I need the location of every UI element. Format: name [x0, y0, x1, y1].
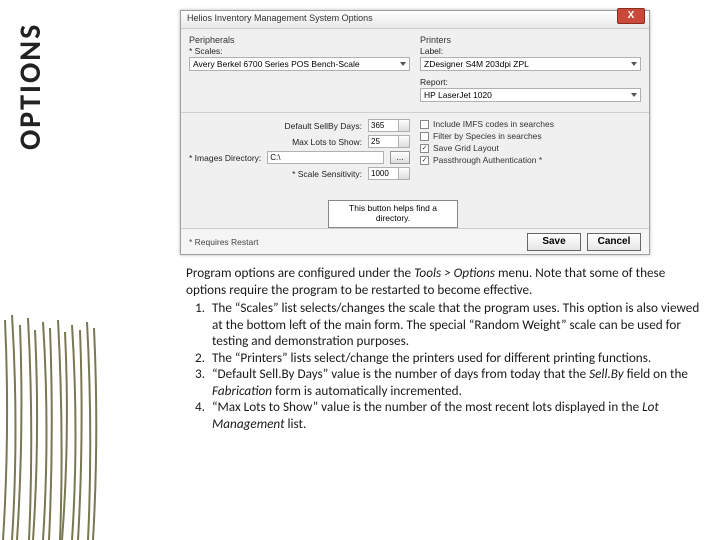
checkbox-label: Save Grid Layout: [433, 143, 499, 153]
checkbox-imfs[interactable]: Include IMFS codes in searches: [420, 119, 641, 129]
scales-label: * Scales:: [189, 46, 410, 56]
intro-menu-path: Tools > Options: [414, 264, 495, 281]
li4-a: “Max Lots to Show” value is the number o…: [212, 398, 642, 415]
list-item: The “Printers” lists select/change the p…: [208, 350, 706, 367]
images-dir-label: * Images Directory:: [189, 153, 261, 163]
report-printer-dropdown[interactable]: HP LaserJet 1020: [420, 88, 641, 102]
li4-b: list.: [285, 415, 307, 432]
li3-a: “Default Sell.By Days” value is the numb…: [212, 365, 589, 382]
checkbox-icon: [420, 132, 429, 141]
sidebar-graphic: OPTIONS: [0, 0, 98, 540]
requires-restart-note: * Requires Restart: [189, 237, 521, 247]
printers-label: Printers: [420, 35, 641, 45]
options-dialog: Helios Inventory Management System Optio…: [180, 10, 650, 255]
scales-dropdown[interactable]: Avery Berkel 6700 Series POS Bench-Scale: [189, 57, 410, 71]
cancel-button[interactable]: Cancel: [587, 233, 641, 251]
max-lots-label: Max Lots to Show:: [189, 137, 362, 147]
checkbox-filter-species[interactable]: Filter by Species in searches: [420, 131, 641, 141]
default-sellby-label: Default SellBy Days:: [189, 121, 362, 131]
images-dir-input[interactable]: C:\: [267, 151, 384, 164]
li3-em1: Sell.By: [589, 365, 624, 382]
checkbox-save-grid[interactable]: ✓ Save Grid Layout: [420, 143, 641, 153]
li3-em2: Fabrication: [212, 382, 272, 399]
checkbox-icon: ✓: [420, 144, 429, 153]
label-printer-label: Label:: [420, 46, 641, 56]
checkbox-passthrough[interactable]: ✓ Passthrough Authentication *: [420, 155, 641, 165]
intro-text: Program options are configured under the: [186, 264, 414, 281]
browse-button[interactable]: …: [390, 151, 410, 164]
checkbox-label: Passthrough Authentication *: [433, 155, 542, 165]
checkbox-label: Include IMFS codes in searches: [433, 119, 554, 129]
scale-sensitivity-label: * Scale Sensitivity:: [189, 169, 362, 179]
report-printer-label: Report:: [420, 77, 641, 87]
list-item: “Max Lots to Show” value is the number o…: [208, 399, 706, 432]
section-title: OPTIONS: [12, 23, 49, 150]
checkbox-label: Filter by Species in searches: [433, 131, 542, 141]
label-printer-dropdown[interactable]: ZDesigner S4M 203dpi ZPL: [420, 57, 641, 71]
peripherals-label: Peripherals: [189, 35, 410, 45]
list-item: “Default Sell.By Days” value is the numb…: [208, 366, 706, 399]
max-lots-input[interactable]: 25: [368, 135, 410, 148]
checkbox-icon: [420, 120, 429, 129]
checkbox-icon: ✓: [420, 156, 429, 165]
dialog-titlebar: Helios Inventory Management System Optio…: [181, 11, 649, 29]
close-button[interactable]: X: [617, 8, 645, 24]
scale-sensitivity-input[interactable]: 1000: [368, 167, 410, 180]
list-item: The “Scales” list selects/changes the sc…: [208, 300, 706, 350]
save-button[interactable]: Save: [527, 233, 581, 251]
default-sellby-input[interactable]: 365: [368, 119, 410, 132]
li3-b: field on the: [624, 365, 688, 382]
li3-c: form is automatically incremented.: [272, 382, 462, 399]
dialog-title: Helios Inventory Management System Optio…: [181, 11, 649, 25]
explanation-text: Program options are configured under the…: [186, 265, 706, 432]
callout-tooltip: This button helps find a directory.: [328, 200, 458, 228]
